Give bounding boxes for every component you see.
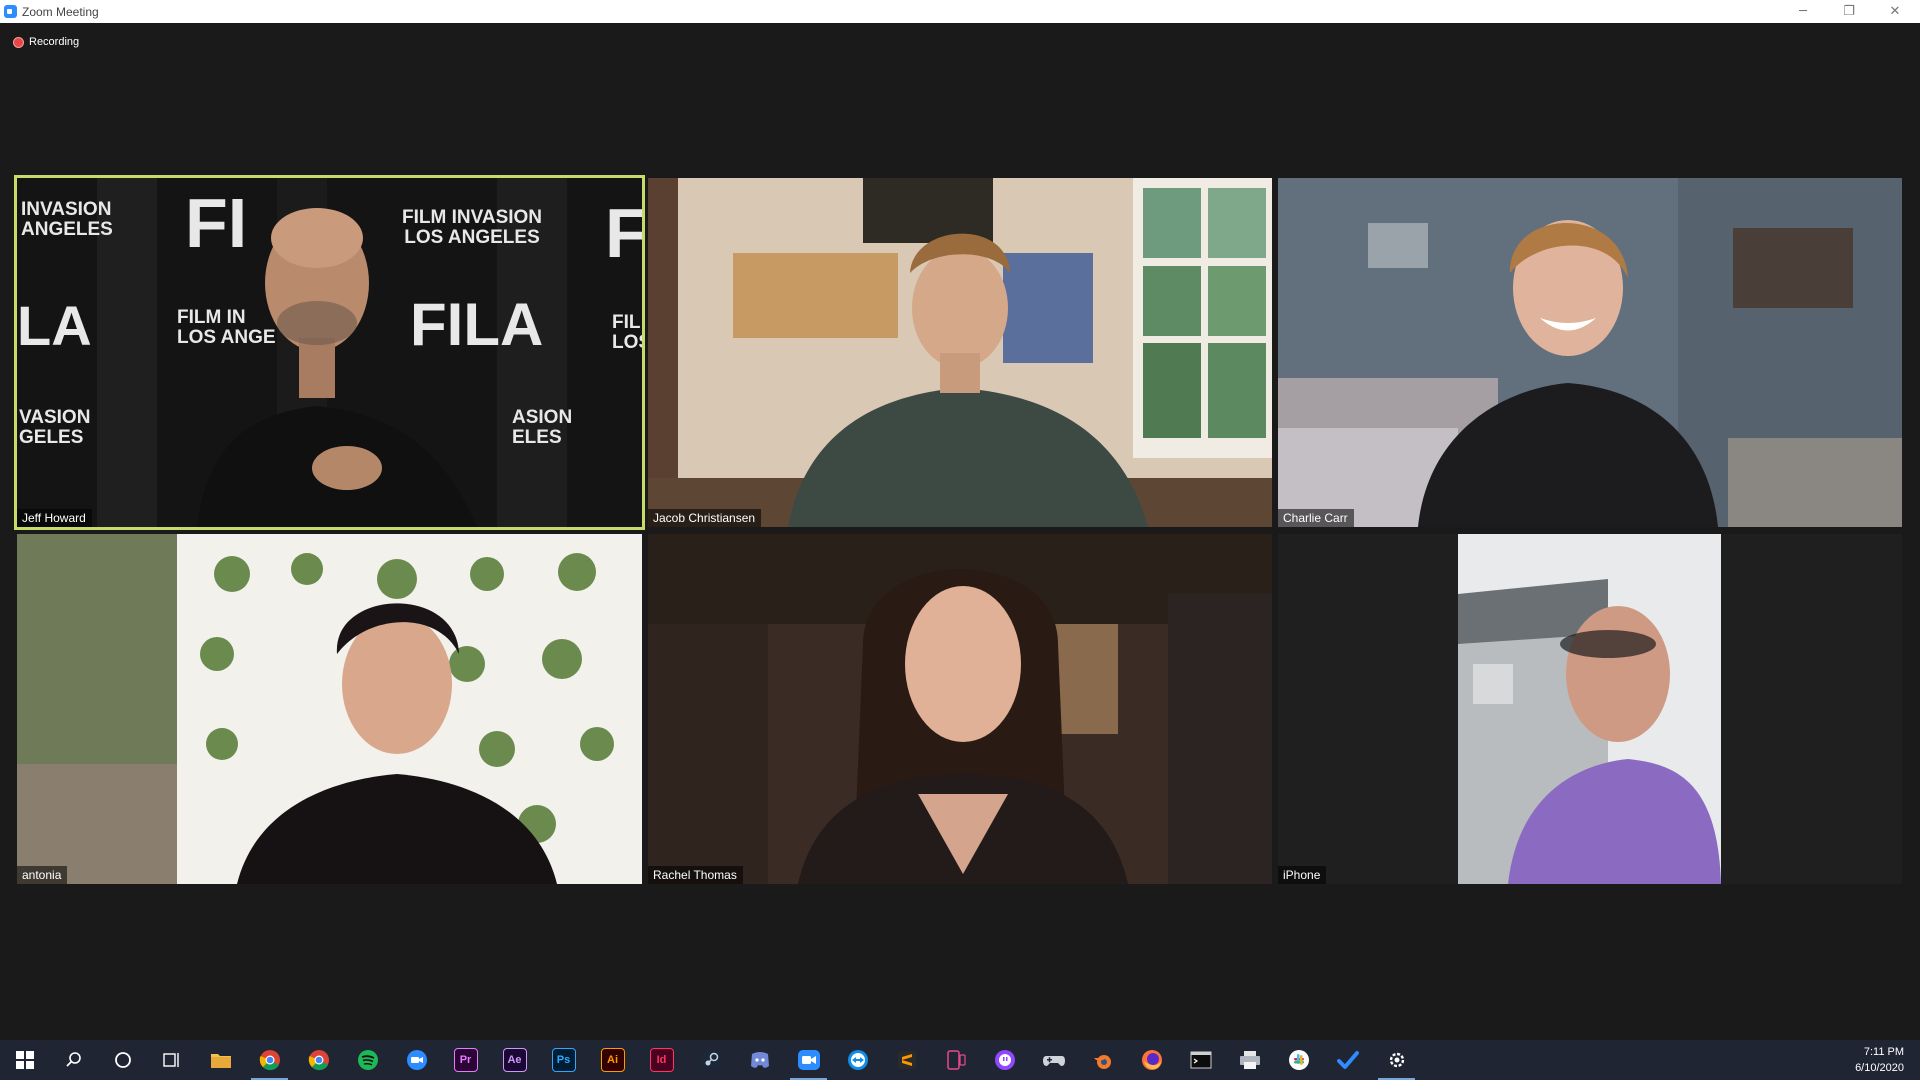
backdrop-logo: FILA [410, 291, 544, 358]
participant-name: Jacob Christiansen [648, 509, 762, 527]
firefox-icon[interactable] [1127, 1040, 1176, 1080]
minimize-button[interactable]: ─ [1780, 0, 1826, 23]
game-controller-icon[interactable] [1029, 1040, 1078, 1080]
zoom-video-icon[interactable] [784, 1040, 833, 1080]
cortana-icon[interactable] [98, 1040, 147, 1080]
backdrop-text: VASION [19, 407, 91, 428]
slack-icon[interactable] [1274, 1040, 1323, 1080]
premiere-pro-icon[interactable]: Pr [441, 1040, 490, 1080]
photoshop-icon[interactable]: Ps [539, 1040, 588, 1080]
backdrop-text: LOS ANGE [177, 327, 276, 348]
file-explorer-icon[interactable] [196, 1040, 245, 1080]
app-icon-text: Ae [502, 1048, 527, 1072]
indesign-icon[interactable]: Id [637, 1040, 686, 1080]
window-title-bar: Zoom Meeting ─ ❐ ✕ [0, 0, 1920, 23]
search-icon[interactable] [49, 1040, 98, 1080]
spotify-icon[interactable] [343, 1040, 392, 1080]
window-title: Zoom Meeting [22, 4, 99, 19]
video-tile-antonia[interactable]: antonia [17, 534, 642, 884]
meeting-area: Recording [0, 23, 1920, 1040]
backdrop-logo: FI [605, 194, 642, 272]
participant-name: Rachel Thomas [648, 866, 743, 884]
task-view-icon[interactable] [147, 1040, 196, 1080]
app-icon-text: Ai [600, 1048, 625, 1072]
backdrop-text: FILM INVASION [402, 207, 543, 228]
backdrop-text: INVASION [21, 199, 112, 220]
todo-check-icon[interactable] [1323, 1040, 1372, 1080]
backdrop-text: ELES [512, 427, 562, 448]
backdrop-text: LOS ANGELES [404, 227, 540, 248]
terminal-icon[interactable] [1176, 1040, 1225, 1080]
video-tile-rachel-thomas[interactable]: Rachel Thomas [648, 534, 1272, 884]
participant-name: Jeff Howard [17, 509, 92, 527]
backdrop-text: FILM IN [177, 307, 246, 328]
video-feed [648, 178, 1272, 527]
video-feed [648, 534, 1272, 884]
backdrop-text: LOS [612, 332, 642, 353]
after-effects-icon[interactable]: Ae [490, 1040, 539, 1080]
chrome-icon[interactable] [245, 1040, 294, 1080]
backdrop-text: FIL [612, 312, 641, 333]
clock-date: 6/10/2020 [1855, 1062, 1904, 1074]
app-icon-text: Ps [551, 1048, 576, 1072]
video-feed [17, 534, 642, 884]
twitch-icon[interactable] [980, 1040, 1029, 1080]
zoom-icon[interactable] [392, 1040, 441, 1080]
illustrator-icon[interactable]: Ai [588, 1040, 637, 1080]
recording-dot-icon [13, 36, 24, 48]
recording-indicator[interactable]: Recording [13, 36, 79, 48]
blender-icon[interactable] [1078, 1040, 1127, 1080]
backdrop-logo: LA [17, 294, 92, 357]
zoom-app-icon [4, 5, 17, 18]
backdrop-text: ANGELES [21, 219, 113, 240]
windows-start-icon[interactable] [0, 1040, 49, 1080]
chrome-icon[interactable] [294, 1040, 343, 1080]
app-icon-text: Id [649, 1048, 674, 1072]
windows-taskbar: Pr Ae Ps Ai Id 7:11 PM 6/10/2020 [0, 1040, 1920, 1080]
video-feed [1278, 178, 1902, 527]
recording-label: Recording [29, 36, 80, 48]
participant-name: antonia [17, 866, 68, 884]
steam-icon[interactable] [686, 1040, 735, 1080]
video-feed [1278, 534, 1902, 884]
video-tile-charlie-carr[interactable]: Charlie Carr [1278, 178, 1902, 527]
discord-icon[interactable] [735, 1040, 784, 1080]
phone-link-icon[interactable] [931, 1040, 980, 1080]
printer-icon[interactable] [1225, 1040, 1274, 1080]
backdrop-logo: FI [185, 184, 248, 262]
restore-button[interactable]: ❐ [1826, 0, 1872, 23]
app-icon-text: Pr [453, 1048, 478, 1072]
backdrop-text: ASION [512, 407, 573, 428]
teamviewer-icon[interactable] [833, 1040, 882, 1080]
clock-time: 7:11 PM [1863, 1046, 1904, 1058]
participant-name: Charlie Carr [1278, 509, 1354, 527]
backdrop-text: GELES [19, 427, 84, 448]
participant-name: iPhone [1278, 866, 1327, 884]
system-clock[interactable]: 7:11 PM 6/10/2020 [1855, 1044, 1904, 1076]
video-tile-jeff-howard[interactable]: INVASION ANGELES FI FILM INVASION LOS AN… [17, 178, 642, 527]
sublime-text-icon[interactable] [882, 1040, 931, 1080]
video-tile-iphone[interactable]: iPhone [1278, 534, 1902, 884]
close-button[interactable]: ✕ [1872, 0, 1918, 23]
settings-gear-icon[interactable] [1372, 1040, 1421, 1080]
video-tile-jacob-christiansen[interactable]: Jacob Christiansen [648, 178, 1272, 527]
